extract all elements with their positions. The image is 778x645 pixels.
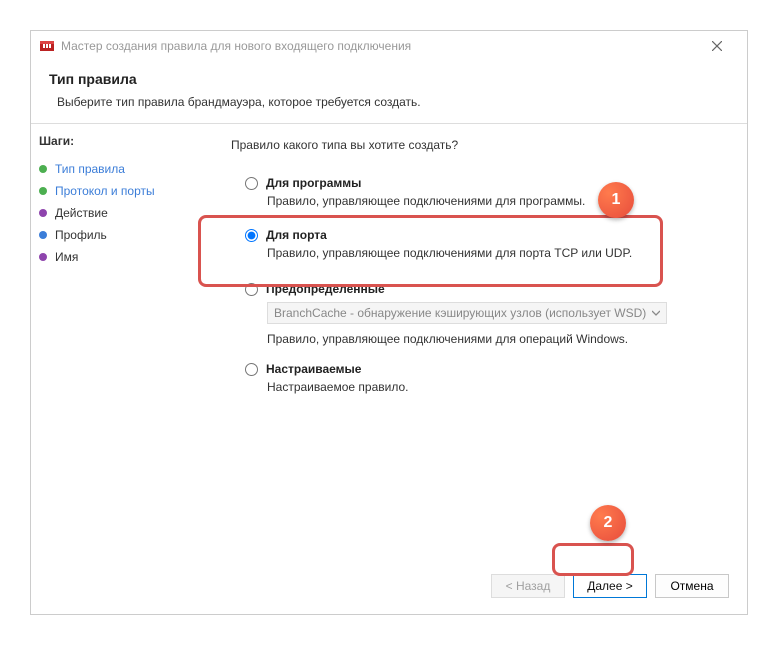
footer-buttons: < Назад Далее > Отмена xyxy=(491,574,729,598)
cancel-button[interactable]: Отмена xyxy=(655,574,729,598)
radio-predefined-row[interactable]: Предопределенные xyxy=(245,282,727,296)
sidebar-item-label: Действие xyxy=(55,206,108,220)
radio-predefined-label: Предопределенные xyxy=(266,282,385,296)
predefined-select-value: BranchCache - обнаружение кэширующих узл… xyxy=(274,306,646,320)
radio-port-row[interactable]: Для порта xyxy=(245,228,727,242)
option-predefined: Предопределенные BranchCache - обнаружен… xyxy=(245,282,727,346)
radio-program-desc: Правило, управляющее подключениями для п… xyxy=(267,194,727,208)
sidebar-item-rule-type[interactable]: Тип правила xyxy=(39,158,203,180)
main-panel: Правило какого типа вы хотите создать? Д… xyxy=(211,124,747,564)
radio-custom-label: Настраиваемые xyxy=(266,362,361,376)
sidebar-item-label: Профиль xyxy=(55,228,107,242)
radio-program[interactable] xyxy=(245,177,258,190)
header: Тип правила Выберите тип правила брандма… xyxy=(31,61,747,121)
next-button[interactable]: Далее > xyxy=(573,574,647,598)
sidebar-item-protocol-ports[interactable]: Протокол и порты xyxy=(39,180,203,202)
main-question: Правило какого типа вы хотите создать? xyxy=(231,138,727,152)
back-button: < Назад xyxy=(491,574,565,598)
radio-custom-row[interactable]: Настраиваемые xyxy=(245,362,727,376)
radio-program-label: Для программы xyxy=(266,176,361,190)
sidebar-item-label: Протокол и порты xyxy=(55,184,155,198)
option-custom: Настраиваемые Настраиваемое правило. xyxy=(245,362,727,394)
wizard-window: Мастер создания правила для нового входя… xyxy=(30,30,748,615)
sidebar-item-name[interactable]: Имя xyxy=(39,246,203,268)
window-title: Мастер создания правила для нового входя… xyxy=(61,39,411,53)
radio-port-desc: Правило, управляющее подключениями для п… xyxy=(267,246,727,260)
radio-group: Для программы Правило, управляющее подкл… xyxy=(231,176,727,394)
radio-custom-desc: Настраиваемое правило. xyxy=(267,380,727,394)
option-program: Для программы Правило, управляющее подкл… xyxy=(245,176,727,208)
page-title: Тип правила xyxy=(49,71,729,87)
titlebar: Мастер создания правила для нового входя… xyxy=(31,31,747,61)
radio-custom[interactable] xyxy=(245,363,258,376)
app-icon xyxy=(39,38,55,54)
steps-label: Шаги: xyxy=(39,134,203,148)
bullet-icon xyxy=(39,231,47,239)
page-subtitle: Выберите тип правила брандмауэра, которо… xyxy=(49,95,729,109)
sidebar: Шаги: Тип правила Протокол и порты Дейст… xyxy=(31,124,211,564)
body: Шаги: Тип правила Протокол и порты Дейст… xyxy=(31,124,747,564)
predefined-select-wrap: BranchCache - обнаружение кэширующих узл… xyxy=(267,302,667,324)
option-port: Для порта Правило, управляющее подключен… xyxy=(245,228,727,260)
radio-program-row[interactable]: Для программы xyxy=(245,176,727,190)
bullet-icon xyxy=(39,187,47,195)
sidebar-item-label: Имя xyxy=(55,250,78,264)
bullet-icon xyxy=(39,165,47,173)
close-button[interactable] xyxy=(694,32,739,60)
predefined-select[interactable]: BranchCache - обнаружение кэширующих узл… xyxy=(267,302,667,324)
radio-port[interactable] xyxy=(245,229,258,242)
bullet-icon xyxy=(39,209,47,217)
chevron-down-icon xyxy=(652,306,660,320)
sidebar-item-action[interactable]: Действие xyxy=(39,202,203,224)
sidebar-item-label: Тип правила xyxy=(55,162,125,176)
radio-port-label: Для порта xyxy=(266,228,327,242)
radio-predefined-desc: Правило, управляющее подключениями для о… xyxy=(267,332,727,346)
sidebar-item-profile[interactable]: Профиль xyxy=(39,224,203,246)
radio-predefined[interactable] xyxy=(245,283,258,296)
bullet-icon xyxy=(39,253,47,261)
